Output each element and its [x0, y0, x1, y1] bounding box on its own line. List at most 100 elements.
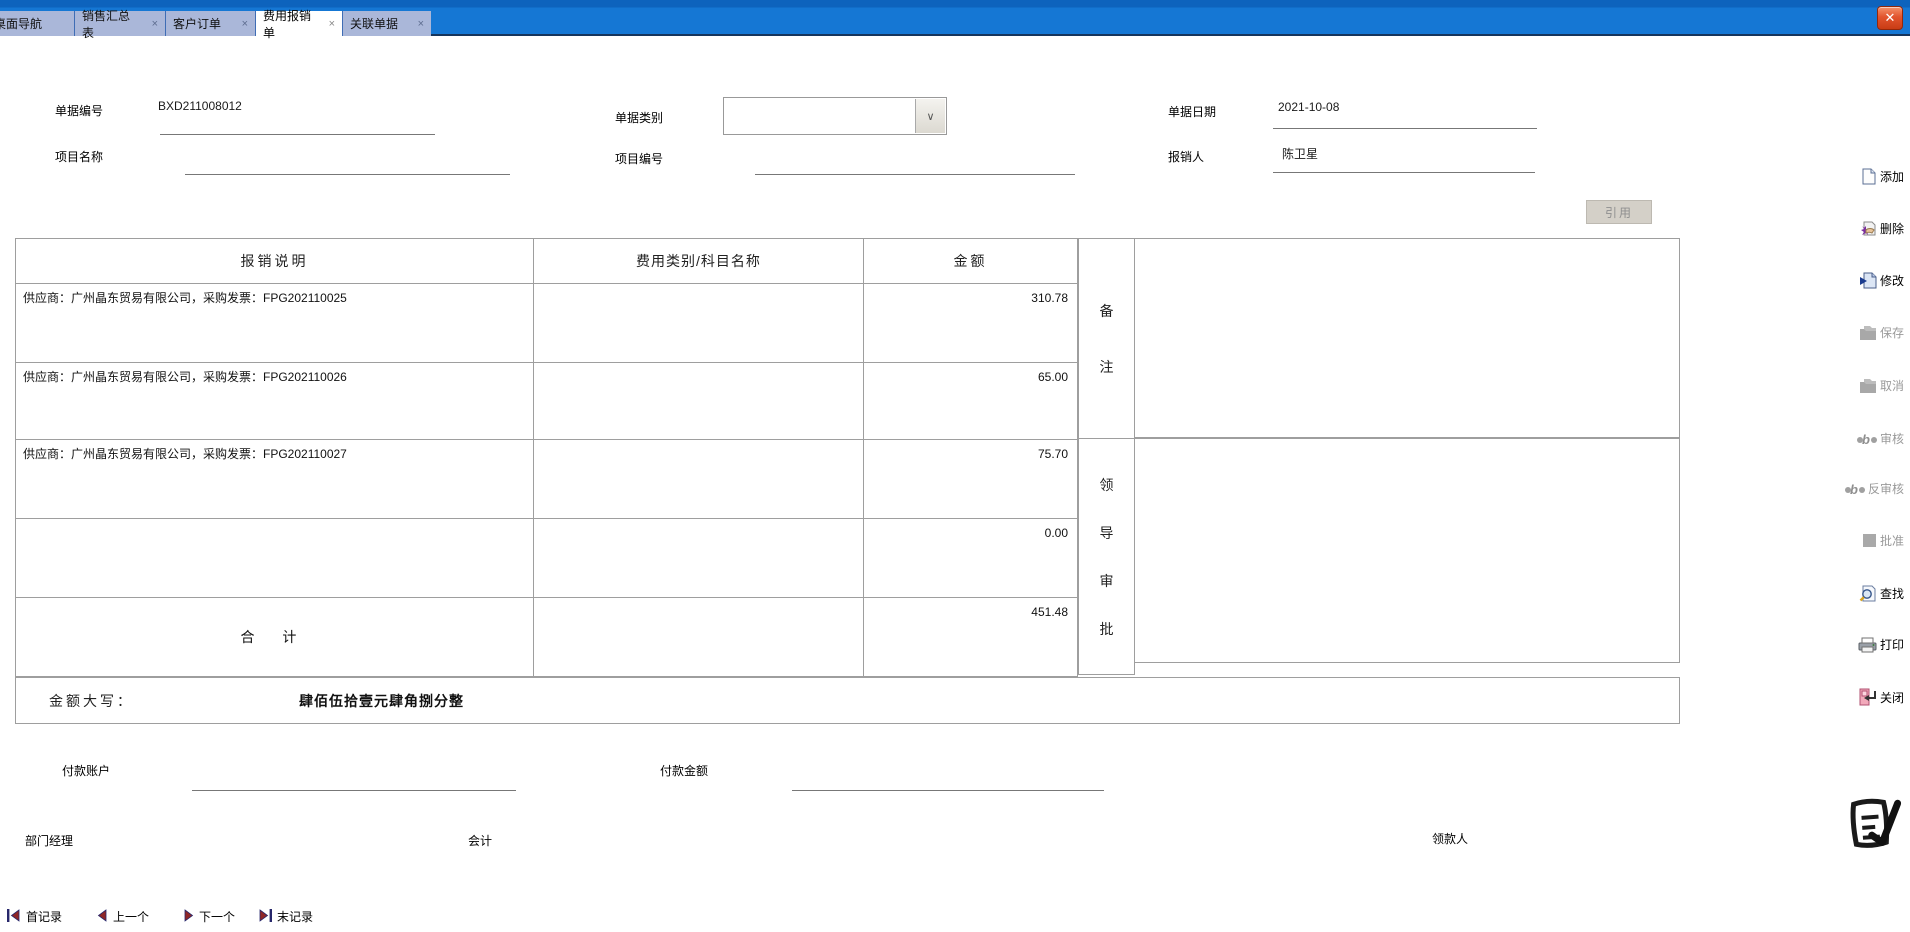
row-amount-cell[interactable]: 65.00: [864, 363, 1077, 439]
first-record-button[interactable]: 首记录: [7, 908, 62, 925]
total-row: 合 计 451.48: [16, 597, 1077, 676]
tab-customer-order[interactable]: 客户订单 ×: [165, 11, 255, 36]
tab-close-icon[interactable]: ×: [138, 18, 158, 30]
doc-date-field[interactable]: [1273, 128, 1537, 129]
header-category: 费用类别/科目名称: [534, 239, 864, 283]
approve-icon: [1862, 533, 1877, 548]
total-category-cell: [534, 598, 864, 676]
row-desc-cell[interactable]: 供应商：广州晶东贸易有限公司，采购发票：FPG202110026: [16, 363, 534, 439]
add-button[interactable]: 添加: [1860, 168, 1904, 185]
toolbar-label: 查找: [1880, 585, 1904, 602]
project-no-field[interactable]: [755, 174, 1075, 175]
toolbar-label: 反审核: [1868, 480, 1904, 497]
tab-close-icon[interactable]: ×: [404, 18, 424, 30]
doc-date-label: 单据日期: [1168, 103, 1216, 120]
amount-words-row: 金额大写： 肆佰伍拾壹元肆角捌分整: [15, 677, 1680, 724]
row-amount-cell[interactable]: 310.78: [864, 284, 1077, 362]
audit-icon: b: [1857, 432, 1877, 446]
leader-approval-vertical-label: 领导审批: [1079, 439, 1134, 675]
next-record-button[interactable]: 下一个: [183, 908, 235, 925]
remark-area[interactable]: [1135, 238, 1680, 438]
unaudit-button[interactable]: b 反审核: [1845, 480, 1904, 497]
find-button[interactable]: 查找: [1859, 585, 1904, 602]
doc-no-field[interactable]: [160, 134, 435, 135]
total-label: 合 计: [16, 598, 534, 676]
table-row: 供应商：广州晶东贸易有限公司，采购发票：FPG202110025 310.78: [16, 283, 1077, 362]
expense-table: 报销说明 费用类别/科目名称 金额 供应商：广州晶东贸易有限公司，采购发票：FP…: [15, 238, 1078, 677]
row-desc-cell[interactable]: [16, 519, 534, 597]
tab-related-documents[interactable]: 关联单据 ×: [342, 11, 431, 36]
app-logo: [1845, 793, 1903, 860]
first-record-icon: [7, 909, 21, 925]
project-name-label: 项目名称: [55, 148, 103, 165]
tab-label: 客户订单: [173, 15, 221, 32]
audit-button[interactable]: b 审核: [1857, 430, 1904, 447]
delete-button[interactable]: 删除: [1858, 220, 1904, 237]
row-amount-cell[interactable]: 75.70: [864, 440, 1077, 518]
cancel-button[interactable]: 取消: [1858, 377, 1904, 394]
reimburser-field[interactable]: [1273, 172, 1535, 173]
doc-type-combobox[interactable]: ∨: [723, 97, 947, 135]
modify-icon: [1859, 272, 1877, 289]
table-header-row: 报销说明 费用类别/科目名称 金额: [16, 239, 1077, 283]
table-row: 供应商：广州晶东贸易有限公司，采购发票：FPG202110026 65.00: [16, 362, 1077, 439]
svg-text:b: b: [1850, 482, 1858, 496]
payment-amount-label: 付款金额: [660, 762, 708, 779]
row-desc-cell[interactable]: 供应商：广州晶东贸易有限公司，采购发票：FPG202110027: [16, 440, 534, 518]
tab-close-icon[interactable]: ×: [228, 18, 248, 30]
amount-words-value: 肆佰伍拾壹元肆角捌分整: [299, 691, 464, 711]
doc-type-label: 单据类别: [615, 109, 663, 126]
save-icon: [1858, 325, 1877, 341]
tab-desktop-nav[interactable]: 桌面导航: [0, 11, 74, 36]
last-record-button[interactable]: 末记录: [258, 908, 313, 925]
reimburser-label: 报销人: [1168, 148, 1204, 165]
tab-label: 销售汇总表: [82, 7, 138, 41]
tab-bar: 桌面导航 销售汇总表 × 客户订单 × 费用报销单 × 关联单据 ×: [0, 11, 431, 36]
row-category-cell[interactable]: [534, 440, 864, 518]
recordnav-label: 上一个: [113, 908, 149, 925]
approve-button[interactable]: 批准: [1862, 532, 1904, 549]
payment-account-field[interactable]: [192, 790, 516, 791]
close-form-button[interactable]: 关闭: [1859, 688, 1904, 706]
tab-close-icon[interactable]: ×: [315, 18, 335, 30]
doc-no-value: BXD211008012: [158, 99, 242, 113]
recordnav-label: 下一个: [199, 908, 235, 925]
table-row: 0.00: [16, 518, 1077, 597]
toolbar-label: 保存: [1880, 324, 1904, 341]
row-category-cell[interactable]: [534, 519, 864, 597]
close-icon: ✕: [1885, 10, 1896, 26]
leader-approval-area[interactable]: [1135, 438, 1680, 663]
payment-amount-field[interactable]: [792, 790, 1104, 791]
row-category-cell[interactable]: [534, 363, 864, 439]
row-category-cell[interactable]: [534, 284, 864, 362]
recordnav-label: 首记录: [26, 908, 62, 925]
close-form-icon: [1859, 688, 1877, 706]
amount-words-label: 金额大写：: [49, 691, 134, 711]
tab-label: 费用报销单: [263, 7, 315, 41]
tab-sales-summary[interactable]: 销售汇总表 ×: [74, 11, 165, 36]
modify-button[interactable]: 修改: [1859, 272, 1904, 289]
remark-vertical-label: 备注: [1079, 239, 1134, 439]
toolbar-label: 添加: [1880, 168, 1904, 185]
toolbar-label: 删除: [1880, 220, 1904, 237]
project-name-field[interactable]: [185, 174, 510, 175]
table-row: 供应商：广州晶东贸易有限公司，采购发票：FPG202110027 75.70: [16, 439, 1077, 518]
payment-account-label: 付款账户: [62, 762, 110, 779]
prev-record-button[interactable]: 上一个: [97, 908, 149, 925]
row-amount-cell[interactable]: 0.00: [864, 519, 1077, 597]
last-record-icon: [258, 909, 272, 925]
print-button[interactable]: 打印: [1858, 636, 1904, 653]
vertical-label-column: 备注 领导审批: [1078, 238, 1135, 675]
reimburser-value: 陈卫星: [1282, 145, 1318, 162]
chevron-down-icon[interactable]: ∨: [915, 99, 945, 133]
save-button[interactable]: 保存: [1858, 324, 1904, 341]
tab-label: 桌面导航: [0, 15, 42, 32]
row-desc-cell[interactable]: 供应商：广州晶东贸易有限公司，采购发票：FPG202110025: [16, 284, 534, 362]
toolbar-label: 打印: [1880, 636, 1904, 653]
toolbar-label: 关闭: [1880, 689, 1904, 706]
payee-label: 领款人: [1432, 830, 1468, 847]
tab-expense-reimbursement[interactable]: 费用报销单 ×: [255, 11, 342, 36]
quote-button[interactable]: 引用: [1586, 200, 1652, 224]
window-close-button[interactable]: ✕: [1877, 6, 1903, 30]
print-icon: [1858, 637, 1877, 653]
